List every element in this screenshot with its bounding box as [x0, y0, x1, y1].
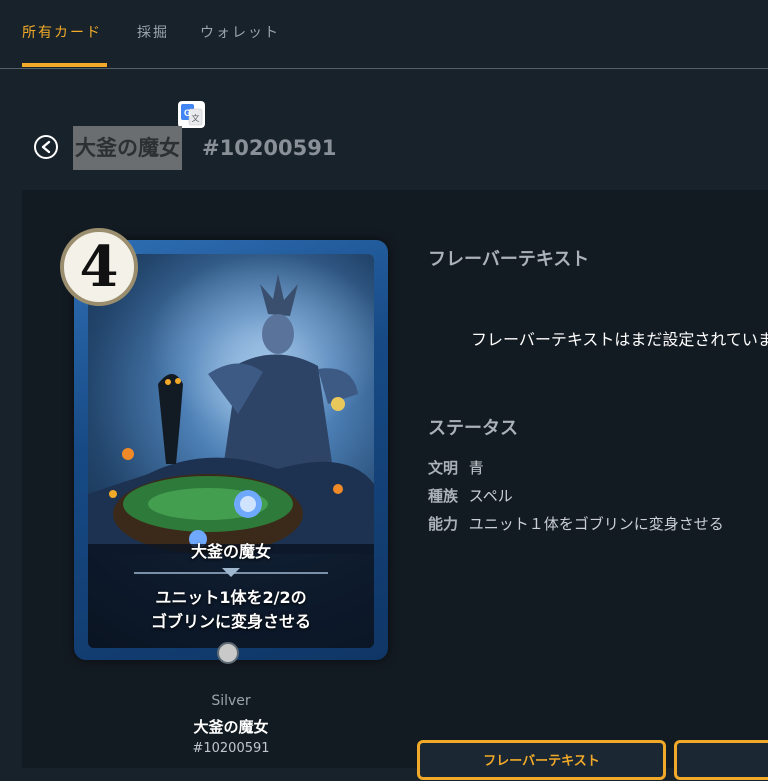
second-action-button[interactable] — [674, 740, 768, 780]
stat-row-ability: 能力 ユニット１体をゴブリンに変身させる — [428, 513, 724, 534]
card-ability-line-1: ユニット1体を2/2の — [155, 588, 307, 607]
card-name-on-card: 大釜の魔女 — [190, 542, 271, 561]
page-title: 大釜の魔女 — [73, 126, 182, 170]
page-card-number: #10200591 — [202, 136, 337, 160]
card-cost: 4 — [60, 228, 138, 306]
card-name: 大釜の魔女 — [193, 718, 269, 736]
translate-icon[interactable]: G 文 — [178, 101, 205, 128]
chevron-left-icon — [41, 140, 51, 154]
top-nav: 所有カード 採掘 ウォレット — [0, 0, 768, 69]
stat-row-race: 種族 スペル — [428, 485, 513, 506]
active-tab-indicator — [22, 63, 107, 67]
card-image: 大釜の魔女 ユニット1体を2/2の ゴブリンに変身させる 4 — [60, 228, 388, 668]
stat-value: スペル — [468, 487, 513, 505]
card-divider — [134, 568, 328, 577]
stat-value: 青 — [468, 459, 484, 477]
status-heading: ステータス — [428, 418, 518, 439]
flavor-text-button[interactable]: フレーバーテキスト — [417, 740, 666, 780]
stat-key: 能力 — [428, 515, 459, 533]
card-frame: 大釜の魔女 ユニット1体を2/2の ゴブリンに変身させる — [74, 240, 388, 664]
card-rarity: Silver — [211, 693, 251, 709]
stat-key: 種族 — [428, 487, 459, 505]
stat-value: ユニット１体をゴブリンに変身させる — [468, 515, 724, 533]
back-button[interactable] — [34, 135, 58, 159]
svg-text:文: 文 — [192, 113, 200, 123]
svg-text:G: G — [184, 108, 191, 118]
card-number: #10200591 — [192, 741, 270, 756]
flavor-heading: フレーバーテキスト — [428, 249, 590, 270]
card-ability-line-2: ゴブリンに変身させる — [150, 612, 311, 631]
flavor-text: フレーバーテキストはまだ設定されていま — [471, 330, 768, 349]
stat-row-civilization: 文明 青 — [428, 457, 484, 478]
tab-wallet[interactable]: ウォレット — [200, 22, 280, 42]
tab-owned-cards[interactable]: 所有カード — [22, 22, 102, 42]
stat-key: 文明 — [428, 459, 459, 477]
card-gem-icon — [217, 642, 239, 664]
card-ability-text: ユニット1体を2/2の ゴブリンに変身させる — [88, 586, 374, 634]
tab-mining[interactable]: 採掘 — [137, 22, 169, 42]
